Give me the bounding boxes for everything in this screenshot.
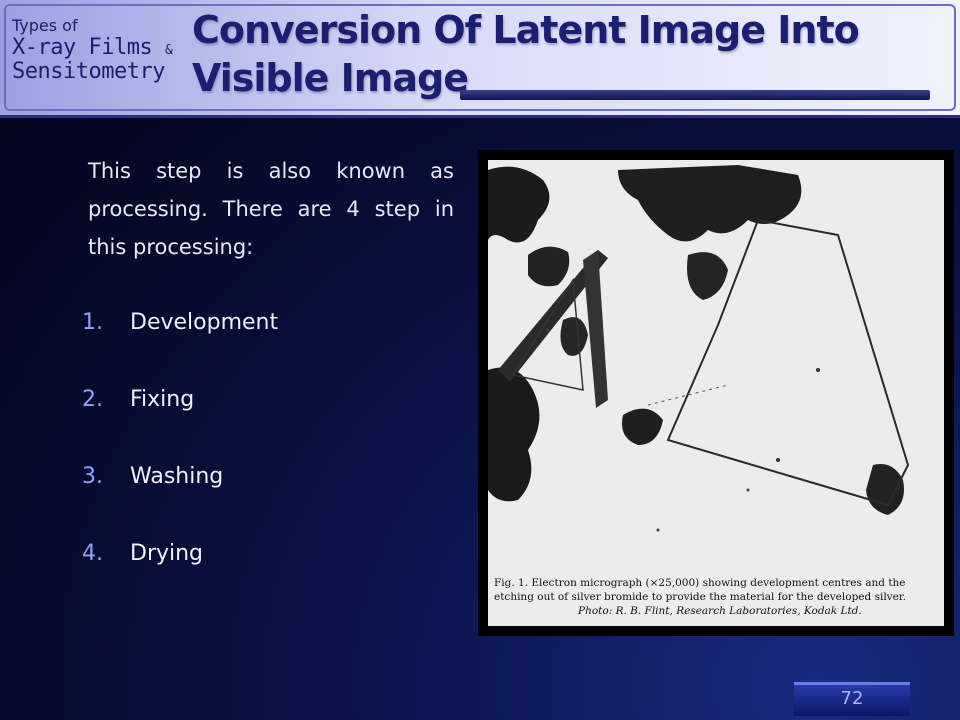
- caption-line-1: Fig. 1. Electron micrograph (×25,000) sh…: [494, 577, 906, 589]
- list-item: 3. Washing: [82, 464, 278, 541]
- subject-line-3: Sensitometry: [12, 59, 165, 84]
- list-item-number: 1.: [82, 310, 103, 335]
- list-item-number: 3.: [82, 464, 103, 489]
- intro-paragraph: This step is also known as processing. T…: [88, 159, 454, 259]
- list-item-number: 4.: [82, 541, 103, 566]
- list-item: 2. Fixing: [82, 387, 278, 464]
- title-underline: [460, 90, 930, 100]
- micrograph-image: Fig. 1. Electron micrograph (×25,000) sh…: [488, 160, 944, 626]
- micrograph-caption: Fig. 1. Electron micrograph (×25,000) sh…: [494, 576, 936, 618]
- subject-ampersand: &: [164, 43, 173, 58]
- page-number: 72: [794, 682, 910, 716]
- caption-line-3: Photo: R. B. Flint, Research Laboratorie…: [578, 605, 862, 617]
- micrograph-drawing: [488, 165, 910, 532]
- slide-title: Conversion Of Latent Image Into Visible …: [192, 8, 860, 100]
- list-item: 1. Development: [82, 310, 278, 387]
- caption-line-2: etching out of silver bromide to provide…: [494, 591, 907, 603]
- subject-line-1: Types of: [12, 16, 78, 35]
- list-item-label: Fixing: [130, 387, 195, 412]
- list-item-label: Washing: [130, 464, 224, 489]
- list-item-label: Drying: [130, 541, 204, 566]
- subject-label: Types of X-ray Films & Sensitometry: [12, 18, 182, 83]
- subject-line-2: X-ray Films &: [12, 37, 182, 59]
- list-item-number: 2.: [82, 387, 103, 412]
- list-item-label: Development: [130, 310, 279, 335]
- micrograph-frame: Fig. 1. Electron micrograph (×25,000) sh…: [478, 150, 954, 636]
- steps-list: 1. Development 2. Fixing 3. Washing 4. Dryin…: [82, 310, 278, 618]
- subject-line-2-text: X-ray Films: [12, 35, 153, 60]
- list-item: 4. Drying: [82, 541, 278, 618]
- slide-header: Types of X-ray Films & Sensitometry Conv…: [0, 0, 960, 118]
